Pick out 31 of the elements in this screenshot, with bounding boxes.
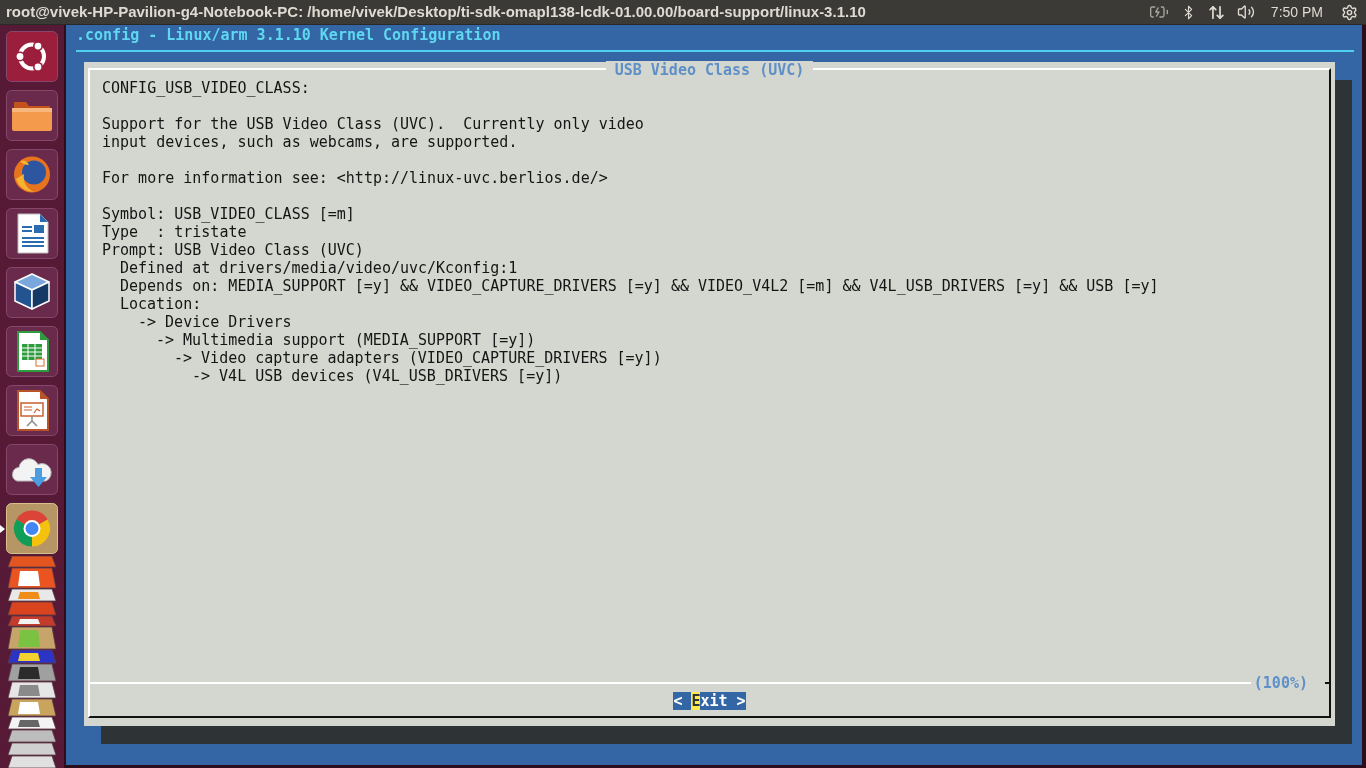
info-line: Prompt: USB Video Class (UVC) <box>102 241 364 259</box>
folder-icon[interactable] <box>6 90 58 141</box>
info-line: -> V4L USB devices (V4L_USB_DRIVERS [=y]) <box>192 367 563 385</box>
dialog-title: USB Video Class (UVC) <box>605 61 814 79</box>
help-paragraph: Support for the USB Video Class (UVC). Currently only video input devices, such as webcams, are supported. <box>102 115 644 151</box>
round-browser-icon[interactable] <box>6 503 58 554</box>
scroll-percentage: (100%) <box>1253 674 1308 692</box>
info-line: -> Device Drivers <box>138 313 292 331</box>
window-title: root@vivek-HP-Pavilion-g4-Notebook-PC: /home/vivek/Desktop/ti-sdk-omapl138-lcdk-01.00.00/board-support/linux-3.1.10 <box>6 1 866 22</box>
info-line: Symbol: USB_VIDEO_CLASS [=m] <box>102 205 355 223</box>
ring-logo-icon[interactable] <box>6 31 58 82</box>
network-arrows-icon[interactable] <box>1207 3 1225 21</box>
cloud-download-icon[interactable] <box>6 444 58 495</box>
info-line: -> Multimedia support (MEDIA_SUPPORT [=y]) <box>156 331 536 349</box>
help-paragraph: CONFIG_USB_VIDEO_CLASS: <box>102 79 310 97</box>
presentation-icon[interactable] <box>6 385 58 436</box>
volume-icon[interactable] <box>1236 3 1255 21</box>
info-line: Depends on: MEDIA_SUPPORT [=y] && VIDEO_CAPTURE_DRIVERS [=y] && VIDEO_V4L2 [=m] && V4L_USB_DRIVERS [=y] && USB [=y] <box>120 277 1159 295</box>
info-line: Location: <box>120 295 202 313</box>
help-paragraph: For more information see: <http://linux-uvc.berlios.de/> <box>102 169 608 187</box>
clock[interactable]: 7:50 PM <box>1270 1 1323 23</box>
spreadsheet-icon[interactable] <box>6 326 58 377</box>
info-line: -> Video capture adapters (VIDEO_CAPTURE_DRIVERS [=y]) <box>174 349 662 367</box>
document-icon[interactable] <box>6 208 58 259</box>
cube-icon[interactable] <box>6 267 58 318</box>
info-line: Type : tristate <box>102 223 247 241</box>
terminal-header: .config - Linux/arm 3.1.10 Kernel Configuration <box>76 26 501 44</box>
exit-button[interactable]: < Exit > <box>673 692 746 710</box>
browser-globe-icon[interactable] <box>6 149 58 200</box>
info-line: Defined at drivers/media/video/uvc/Kconfig:1 <box>120 259 518 277</box>
settings-icon[interactable] <box>1341 3 1358 21</box>
